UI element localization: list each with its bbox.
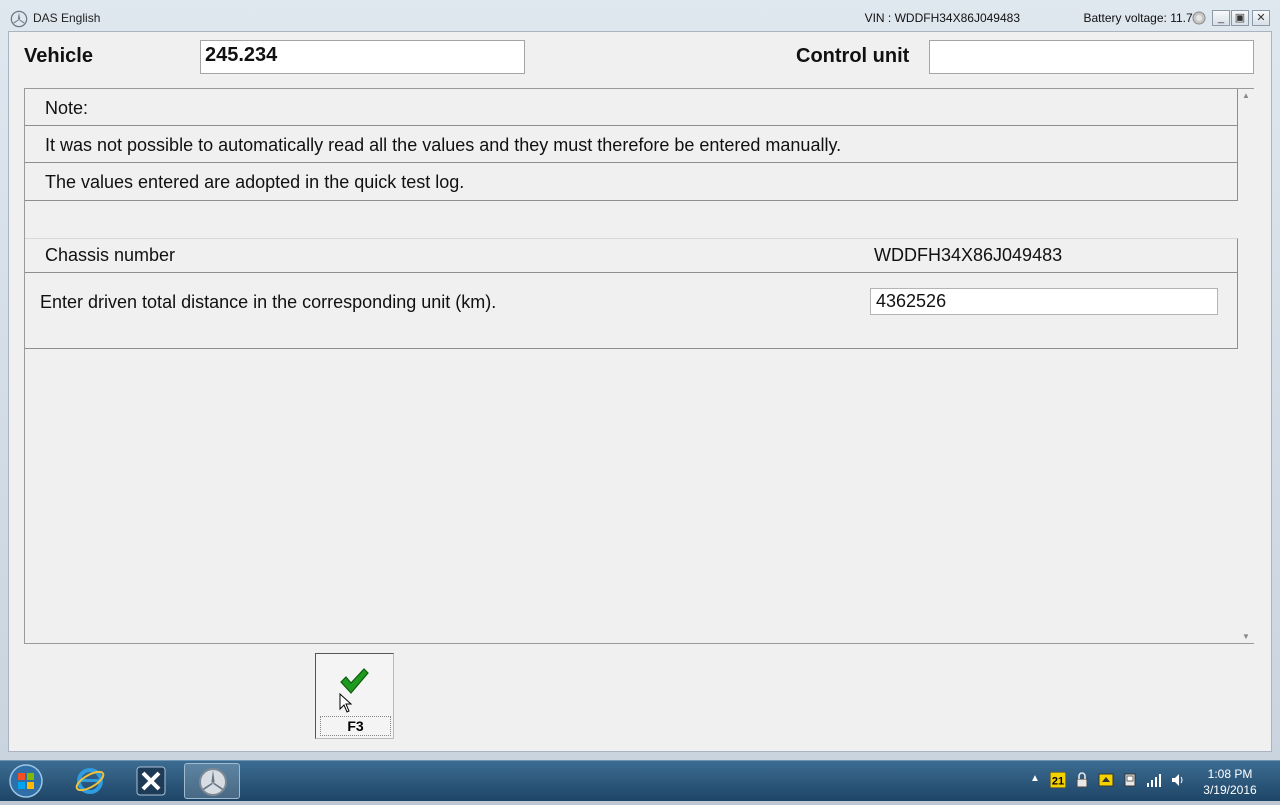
taskbar-xentry-button[interactable] — [123, 763, 179, 799]
show-hidden-icons-icon[interactable]: ▲ — [1030, 773, 1040, 784]
content-panel: Note: It was not possible to automatical… — [24, 88, 1254, 644]
distance-label: Enter driven total distance in the corre… — [40, 292, 497, 312]
mercedes-star-icon — [10, 10, 28, 28]
distance-row: Enter driven total distance in the corre… — [25, 273, 1238, 349]
restore-button[interactable]: ▣ — [1231, 10, 1249, 26]
control-unit-field — [929, 40, 1254, 74]
info-text-2: The values entered are adopted in the qu… — [45, 172, 465, 192]
taskbar-das-button[interactable] — [184, 763, 240, 799]
chassis-row: Chassis number WDDFH34X86J049483 — [25, 238, 1238, 273]
control-unit-label: Control unit — [796, 45, 910, 67]
f3-confirm-button[interactable]: F3 — [315, 653, 394, 739]
status-indicator-icon — [1192, 11, 1206, 25]
info-row: It was not possible to automatically rea… — [25, 126, 1238, 163]
spacer-row — [25, 201, 1238, 238]
taskbar: ▲ 21 1:08 PM 3/19/2016 — [0, 760, 1280, 801]
minimize-button[interactable]: _ — [1212, 10, 1230, 26]
system-clock[interactable]: 1:08 PM 3/19/2016 — [1198, 766, 1262, 798]
info-row: The values entered are adopted in the qu… — [25, 163, 1238, 201]
note-row: Note: — [25, 89, 1238, 126]
mouse-cursor-icon — [339, 693, 353, 713]
f3-label: F3 — [320, 716, 391, 736]
close-button[interactable]: ✕ — [1252, 10, 1270, 26]
window-title: DAS English — [33, 11, 101, 25]
tray-badge-text: 21 — [1052, 776, 1064, 788]
info-text-1: It was not possible to automatically rea… — [45, 135, 842, 155]
internet-explorer-icon — [75, 768, 105, 794]
chassis-value: WDDFH34X86J049483 — [874, 245, 1063, 265]
vin-label: VIN : WDDFH34X86J049483 — [864, 11, 1020, 25]
windows-start-icon[interactable] — [7, 763, 45, 799]
device-icon[interactable] — [1122, 772, 1138, 788]
vehicle-field: 245.234 — [200, 40, 525, 74]
lock-icon[interactable] — [1074, 772, 1090, 788]
scroll-up-icon[interactable]: ▲ — [1242, 91, 1250, 100]
clock-date: 3/19/2016 — [1203, 783, 1257, 797]
client-area: Vehicle 245.234 Control unit Note: It wa… — [8, 31, 1272, 752]
battery-voltage-label: Battery voltage: 11.7 V — [1083, 11, 1204, 25]
das-window: DAS English VIN : WDDFH34X86J049483 Batt… — [0, 0, 1280, 760]
warning-icon[interactable] — [1098, 772, 1114, 788]
signal-strength-icon[interactable] — [1146, 772, 1162, 788]
vertical-scrollbar[interactable]: ▲ ▼ — [1239, 89, 1253, 643]
scroll-down-icon[interactable]: ▼ — [1242, 632, 1250, 641]
calendar-badge-icon[interactable]: 21 — [1050, 772, 1066, 788]
xentry-icon — [136, 766, 166, 796]
chassis-label: Chassis number — [45, 245, 176, 265]
note-label: Note: — [45, 98, 89, 118]
taskbar-ie-button[interactable] — [62, 763, 118, 799]
mercedes-star-icon — [199, 768, 227, 796]
checkmark-icon — [340, 668, 369, 694]
vehicle-label: Vehicle — [24, 45, 93, 67]
distance-input[interactable] — [870, 288, 1218, 315]
volume-icon[interactable] — [1170, 772, 1186, 788]
clock-time: 1:08 PM — [1207, 767, 1253, 781]
